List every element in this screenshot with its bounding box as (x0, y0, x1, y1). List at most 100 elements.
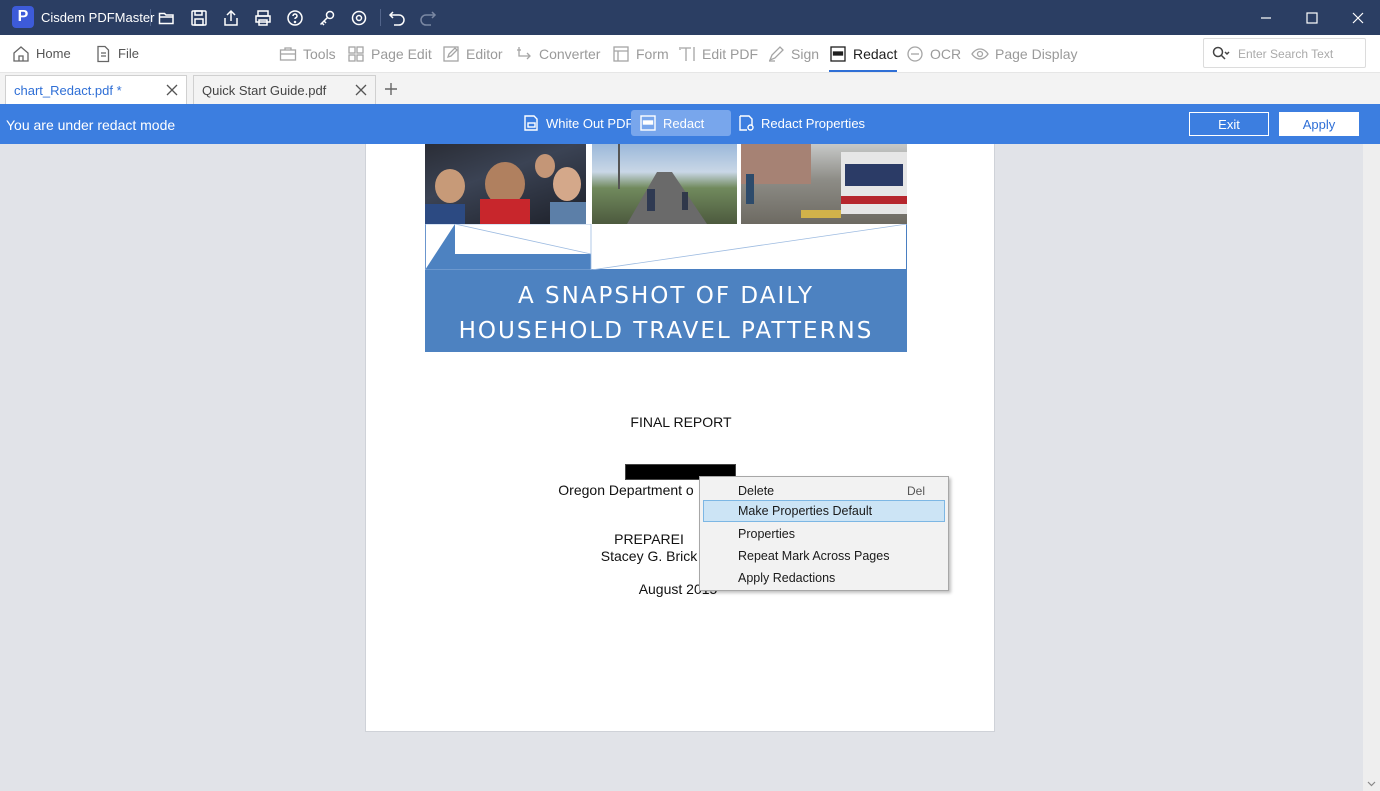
app-logo-icon: P (12, 6, 34, 28)
help-icon[interactable] (284, 7, 306, 29)
redaction-context-menu: Delete Del Make Properties Default Prope… (699, 476, 949, 591)
home-icon (13, 45, 29, 62)
redact-properties-button[interactable]: Redact Properties (729, 110, 873, 136)
redact-tool-label: Redact (663, 115, 705, 131)
document-viewport: A SNAPSHOT OF DAILY HOUSEHOLD TRAVEL PAT… (0, 144, 1380, 791)
menu-converter[interactable]: Converter (515, 35, 600, 72)
menu-tools-label: Tools (303, 45, 336, 62)
menu-form-label: Form (636, 45, 669, 62)
final-report-heading: FINAL REPORT (630, 414, 732, 430)
converter-icon (517, 46, 531, 59)
open-folder-icon[interactable] (156, 7, 178, 29)
undo-icon[interactable] (386, 7, 408, 29)
redact-tool-button[interactable]: Redact (631, 110, 731, 136)
menu-page-edit[interactable]: Page Edit (347, 35, 432, 72)
search-input[interactable] (1238, 45, 1360, 63)
banner-frame (425, 224, 907, 270)
menu-sign-label: Sign (791, 45, 820, 62)
redact-toolbar: You are under redact mode White Out PDF … (0, 104, 1380, 144)
menu-sign[interactable]: Sign (767, 35, 819, 72)
print-icon[interactable] (252, 7, 274, 29)
add-tab-icon[interactable] (384, 82, 400, 98)
scroll-down-icon[interactable] (1367, 781, 1376, 787)
photo-city-bus (741, 144, 907, 224)
redact-properties-icon (739, 115, 754, 131)
ocr-icon (907, 45, 923, 62)
eye-icon (971, 47, 989, 60)
banner-line-2: HOUSEHOLD TRAVEL PATTERNS (458, 318, 874, 344)
vertical-scrollbar[interactable] (1363, 144, 1380, 791)
close-tab-icon[interactable] (355, 84, 367, 96)
redact-icon (830, 45, 846, 62)
menu-converter-label: Converter (539, 45, 601, 62)
menu-home-label: Home (36, 46, 71, 61)
page-grid-icon (348, 45, 364, 62)
search-box (1203, 38, 1366, 68)
menu-page-edit-label: Page Edit (371, 45, 432, 62)
menu-form[interactable]: Form (612, 35, 669, 72)
menu-redact[interactable]: Redact (829, 35, 898, 72)
pdf-page: A SNAPSHOT OF DAILY HOUSEHOLD TRAVEL PAT… (365, 144, 995, 732)
tab-chart-redact[interactable]: chart_Redact.pdf * (5, 75, 187, 104)
context-make-properties-default[interactable]: Make Properties Default (703, 500, 945, 522)
search-icon[interactable] (1212, 46, 1230, 62)
menu-file-label: File (118, 46, 139, 61)
redact-tool-icon (640, 115, 656, 131)
toolbox-icon (279, 46, 297, 61)
menu-home[interactable]: Home (12, 35, 71, 72)
share-icon[interactable] (220, 7, 242, 29)
document-tab-bar: chart_Redact.pdf * Quick Start Guide.pdf (0, 73, 1380, 104)
delete-shortcut: Del (906, 484, 925, 498)
title-bar: P Cisdem PDFMaster (0, 0, 1380, 35)
save-icon[interactable] (188, 7, 210, 29)
menu-edit-pdf-label: Edit PDF (702, 45, 759, 62)
redo-icon[interactable] (417, 7, 439, 29)
context-make-default-label: Make Properties Default (738, 504, 873, 518)
menu-tools[interactable]: Tools (279, 35, 336, 72)
context-delete[interactable]: Delete Del (703, 480, 945, 502)
white-out-pdf-button[interactable]: White Out PDF (514, 110, 641, 136)
menu-edit-pdf[interactable]: Edit PDF (678, 35, 758, 72)
menu-page-display[interactable]: Page Display (971, 35, 1078, 72)
menu-file[interactable]: File (94, 35, 139, 72)
context-repeat-mark-label: Repeat Mark Across Pages (738, 549, 890, 563)
tab-label: Quick Start Guide.pdf (202, 82, 327, 98)
context-delete-label: Delete (738, 484, 775, 498)
context-apply-redactions-label: Apply Redactions (738, 571, 836, 585)
close-tab-icon[interactable] (166, 84, 178, 96)
white-out-icon (524, 115, 538, 131)
form-icon (613, 45, 629, 62)
banner-line-1: A SNAPSHOT OF DAILY (517, 283, 815, 309)
toolbar-divider (380, 9, 381, 26)
context-properties[interactable]: Properties (703, 523, 945, 545)
editor-icon (443, 45, 459, 62)
report-title-banner: A SNAPSHOT OF DAILY HOUSEHOLD TRAVEL PAT… (425, 270, 907, 352)
menu-editor[interactable]: Editor (442, 35, 503, 72)
menu-ocr[interactable]: OCR (906, 35, 961, 72)
file-icon (97, 45, 110, 62)
toolbar-divider (150, 9, 151, 26)
close-window-button[interactable] (1335, 0, 1380, 35)
text-edit-icon (679, 46, 695, 61)
white-out-label: White Out PDF (546, 115, 634, 131)
menu-page-display-label: Page Display (995, 45, 1078, 62)
context-apply-redactions[interactable]: Apply Redactions (703, 567, 945, 589)
redact-mode-text: You are under redact mode (6, 117, 176, 133)
tab-label: chart_Redact.pdf * (14, 82, 122, 98)
context-properties-label: Properties (738, 527, 795, 541)
key-icon[interactable] (316, 7, 338, 29)
settings-icon[interactable] (348, 7, 370, 29)
menu-redact-label: Redact (853, 45, 898, 62)
main-menu-bar: Home File Tools Page Edit Editor Convert… (0, 35, 1380, 73)
menu-ocr-label: OCR (930, 45, 962, 62)
minimize-button[interactable] (1243, 0, 1289, 35)
maximize-button[interactable] (1289, 0, 1335, 35)
photo-cyclists-on-road (592, 144, 737, 224)
exit-button[interactable]: Exit (1189, 112, 1269, 136)
context-repeat-mark[interactable]: Repeat Mark Across Pages (703, 545, 945, 567)
photo-children-on-bus (425, 144, 586, 224)
apply-button[interactable]: Apply (1279, 112, 1359, 136)
signature-icon (768, 45, 784, 62)
app-title: Cisdem PDFMaster (41, 10, 155, 25)
tab-quick-start-guide[interactable]: Quick Start Guide.pdf (193, 75, 376, 104)
